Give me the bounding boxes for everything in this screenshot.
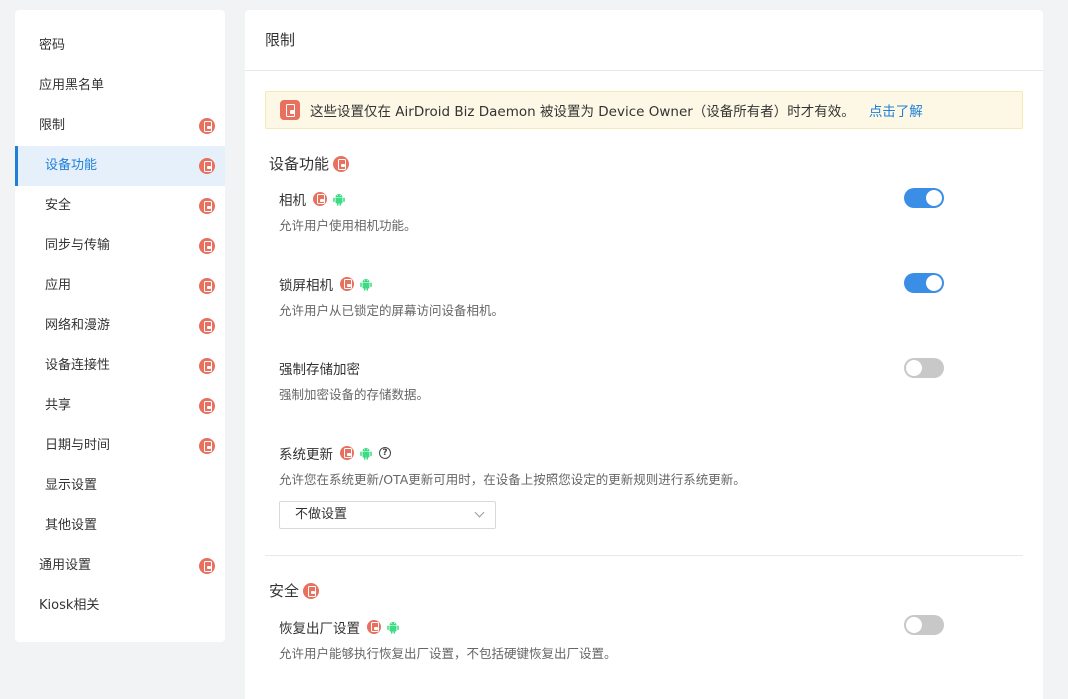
sidebar-item-label: 共享 xyxy=(45,398,72,413)
android-icon xyxy=(387,621,399,634)
sidebar-item-label: 密码 xyxy=(39,38,66,53)
toggle-knob xyxy=(906,360,922,376)
sidebar-item-label: 设备功能 xyxy=(45,158,98,173)
section-divider xyxy=(265,555,1023,556)
sidebar-item-device-features[interactable]: 设备功能 xyxy=(15,146,225,186)
chevron-down-icon xyxy=(474,507,485,518)
sidebar-item-app-blacklist[interactable]: 应用黑名单 xyxy=(15,66,225,106)
setting-lockscreen-camera: 锁屏相机 允许用户从已锁定的屏幕访问设备相机。 xyxy=(279,274,949,319)
setting-desc: 允许用户从已锁定的屏幕访问设备相机。 xyxy=(279,303,505,318)
setting-title-text: 系统更新 xyxy=(279,447,333,463)
sidebar-item-network-roaming[interactable]: 网络和漫游 xyxy=(15,306,225,346)
setting-factory-reset: 恢复出厂设置 允许用户能够执行恢复出厂设置，不包括硬键恢复出厂设置。 xyxy=(279,617,949,662)
sidebar-item-general-settings[interactable]: 通用设置 xyxy=(15,546,225,586)
setting-system-update: 系统更新 ? 允许您在系统更新/OTA更新可用时，在设备上按照您设定的更新规则进… xyxy=(279,443,949,529)
notice-text: 这些设置仅在 AirDroid Biz Daemon 被设置为 Device O… xyxy=(310,104,855,120)
lock-phone-icon xyxy=(199,398,215,414)
sidebar-item-label: 同步与传输 xyxy=(45,238,111,253)
lockscreen-camera-toggle[interactable] xyxy=(904,273,944,293)
android-icon xyxy=(333,193,345,206)
sidebar-item-kiosk[interactable]: Kiosk相关 xyxy=(15,586,225,626)
setting-title: 系统更新 ? xyxy=(279,443,949,463)
sidebar-item-display-settings[interactable]: 显示设置 xyxy=(15,466,225,506)
sidebar-item-sync-transfer[interactable]: 同步与传输 xyxy=(15,226,225,266)
toggle-knob xyxy=(906,617,922,633)
setting-title: 相机 xyxy=(279,189,949,209)
lock-phone-icon xyxy=(367,620,381,634)
sidebar-item-security[interactable]: 安全 xyxy=(15,186,225,226)
device-owner-notice: 这些设置仅在 AirDroid Biz Daemon 被设置为 Device O… xyxy=(265,91,1023,129)
sidebar-item-label: 限制 xyxy=(39,118,66,133)
setting-title-text: 锁屏相机 xyxy=(279,278,333,294)
lock-phone-icon xyxy=(199,118,215,134)
setting-storage-encryption: 强制存储加密 强制加密设备的存储数据。 xyxy=(279,358,949,403)
setting-title: 强制存储加密 xyxy=(279,358,949,378)
lock-phone-icon xyxy=(199,438,215,454)
lock-phone-icon xyxy=(340,277,354,291)
section-title-text: 设备功能 xyxy=(269,155,330,173)
setting-desc: 允许用户能够执行恢复出厂设置，不包括硬键恢复出厂设置。 xyxy=(279,646,617,661)
android-icon xyxy=(360,278,372,291)
section-title-device-features: 设备功能 xyxy=(269,153,350,174)
factory-reset-toggle[interactable] xyxy=(904,615,944,635)
lock-phone-icon xyxy=(199,558,215,574)
sidebar-item-label: 日期与时间 xyxy=(45,438,111,453)
lock-phone-icon xyxy=(340,446,354,460)
sidebar-item-label: 显示设置 xyxy=(45,478,98,493)
sidebar-item-label: 通用设置 xyxy=(39,558,92,573)
setting-desc: 允许用户使用相机功能。 xyxy=(279,218,417,233)
sidebar-item-other-settings[interactable]: 其他设置 xyxy=(15,506,225,546)
section-title-security: 安全 xyxy=(269,580,320,601)
lock-phone-icon xyxy=(199,198,215,214)
help-icon[interactable]: ? xyxy=(379,447,391,459)
sidebar-item-label: 其他设置 xyxy=(45,518,98,533)
lock-phone-icon xyxy=(333,155,350,172)
system-update-select[interactable]: 不做设置 xyxy=(279,501,496,529)
learn-more-link[interactable]: 点击了解 xyxy=(869,100,923,120)
sidebar-item-label: 安全 xyxy=(45,198,72,213)
sidebar: 密码 应用黑名单 限制 设备功能 安全 同步与传输 应用 网络和漫游 设备连接性… xyxy=(15,10,225,642)
main-panel: 限制 这些设置仅在 AirDroid Biz Daemon 被设置为 Devic… xyxy=(245,10,1043,699)
sidebar-item-date-time[interactable]: 日期与时间 xyxy=(15,426,225,466)
setting-title-text: 相机 xyxy=(279,193,306,209)
sidebar-item-restrictions[interactable]: 限制 xyxy=(15,106,225,146)
sidebar-item-label: 设备连接性 xyxy=(45,358,111,373)
setting-title-text: 恢复出厂设置 xyxy=(279,621,360,637)
setting-title: 锁屏相机 xyxy=(279,274,949,294)
sidebar-item-label: 应用 xyxy=(45,278,72,293)
lock-phone-icon xyxy=(303,582,320,599)
lock-phone-icon xyxy=(199,318,215,334)
sidebar-item-sharing[interactable]: 共享 xyxy=(15,386,225,426)
lock-phone-icon xyxy=(199,278,215,294)
lock-phone-icon xyxy=(280,100,300,120)
sidebar-item-label: 网络和漫游 xyxy=(45,318,111,333)
page-title: 限制 xyxy=(245,10,1043,71)
toggle-knob xyxy=(926,190,942,206)
setting-title: 恢复出厂设置 xyxy=(279,617,949,637)
sidebar-item-password[interactable]: 密码 xyxy=(15,26,225,66)
camera-toggle[interactable] xyxy=(904,188,944,208)
setting-title-text: 强制存储加密 xyxy=(279,362,360,378)
android-icon xyxy=(360,447,372,460)
section-title-text: 安全 xyxy=(269,582,300,600)
sidebar-item-device-connectivity[interactable]: 设备连接性 xyxy=(15,346,225,386)
toggle-knob xyxy=(926,275,942,291)
lock-phone-icon xyxy=(313,192,327,206)
setting-desc: 允许您在系统更新/OTA更新可用时，在设备上按照您设定的更新规则进行系统更新。 xyxy=(279,472,746,487)
setting-camera: 相机 允许用户使用相机功能。 xyxy=(279,189,949,234)
lock-phone-icon xyxy=(199,238,215,254)
sidebar-item-label: Kiosk相关 xyxy=(39,598,100,613)
setting-desc: 强制加密设备的存储数据。 xyxy=(279,387,430,402)
sidebar-item-label: 应用黑名单 xyxy=(39,78,105,93)
sidebar-item-apps[interactable]: 应用 xyxy=(15,266,225,306)
select-value: 不做设置 xyxy=(295,507,348,522)
storage-encryption-toggle[interactable] xyxy=(904,358,944,378)
lock-phone-icon xyxy=(199,358,215,374)
lock-phone-icon xyxy=(199,158,215,174)
